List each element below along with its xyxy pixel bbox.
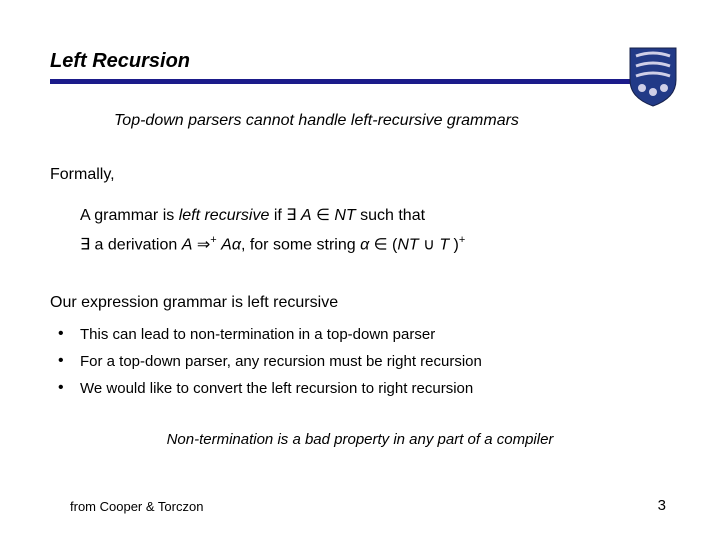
list-item: This can lead to non-termination in a to…: [56, 326, 670, 343]
def1-d: A: [301, 207, 312, 224]
footer-note: Non-termination is a bad property in any…: [50, 431, 670, 448]
def2-b: A: [182, 236, 193, 253]
def-line-1: A grammar is left recursive if ∃ A ∈ NT …: [80, 202, 670, 231]
def2-e: Aα: [221, 236, 241, 253]
def2-a: ∃ a derivation: [80, 236, 182, 253]
statement: Our expression grammar is left recursive: [50, 294, 670, 312]
definition-block: A grammar is left recursive if ∃ A ∈ NT …: [80, 202, 670, 260]
def1-c: if ∃: [269, 207, 300, 224]
slide-title: Left Recursion: [50, 50, 670, 73]
def2-j: ∪: [419, 236, 440, 253]
formally-label: Formally,: [50, 166, 670, 184]
def2-k: T: [439, 236, 449, 253]
def2-sup2: +: [459, 234, 465, 246]
def1-b: left recursive: [179, 207, 270, 224]
def-line-2: ∃ a derivation A ⇒+ Aα, for some string …: [80, 231, 670, 260]
page-number: 3: [658, 497, 666, 514]
def1-e: ∈: [312, 207, 335, 224]
def2-l: ): [449, 236, 459, 253]
shield-logo-icon: [628, 46, 678, 108]
def2-g: α: [360, 236, 369, 253]
subtitle: Top-down parsers cannot handle left-recu…: [114, 112, 670, 130]
def2-sup1: +: [210, 234, 216, 246]
def1-g: such that: [356, 207, 425, 224]
def2-f: , for some string: [241, 236, 360, 253]
list-item: We would like to convert the left recurs…: [56, 380, 670, 397]
citation: from Cooper & Torczon: [70, 499, 203, 514]
def2-i: NT: [397, 236, 418, 253]
bullet-list: This can lead to non-termination in a to…: [56, 326, 670, 397]
def2-h: ∈ (: [369, 236, 397, 253]
title-underline: [50, 79, 670, 84]
list-item: For a top-down parser, any recursion mus…: [56, 353, 670, 370]
def1-f: NT: [334, 207, 355, 224]
def1-a: A grammar is: [80, 207, 179, 224]
def2-c: ⇒: [192, 236, 210, 253]
